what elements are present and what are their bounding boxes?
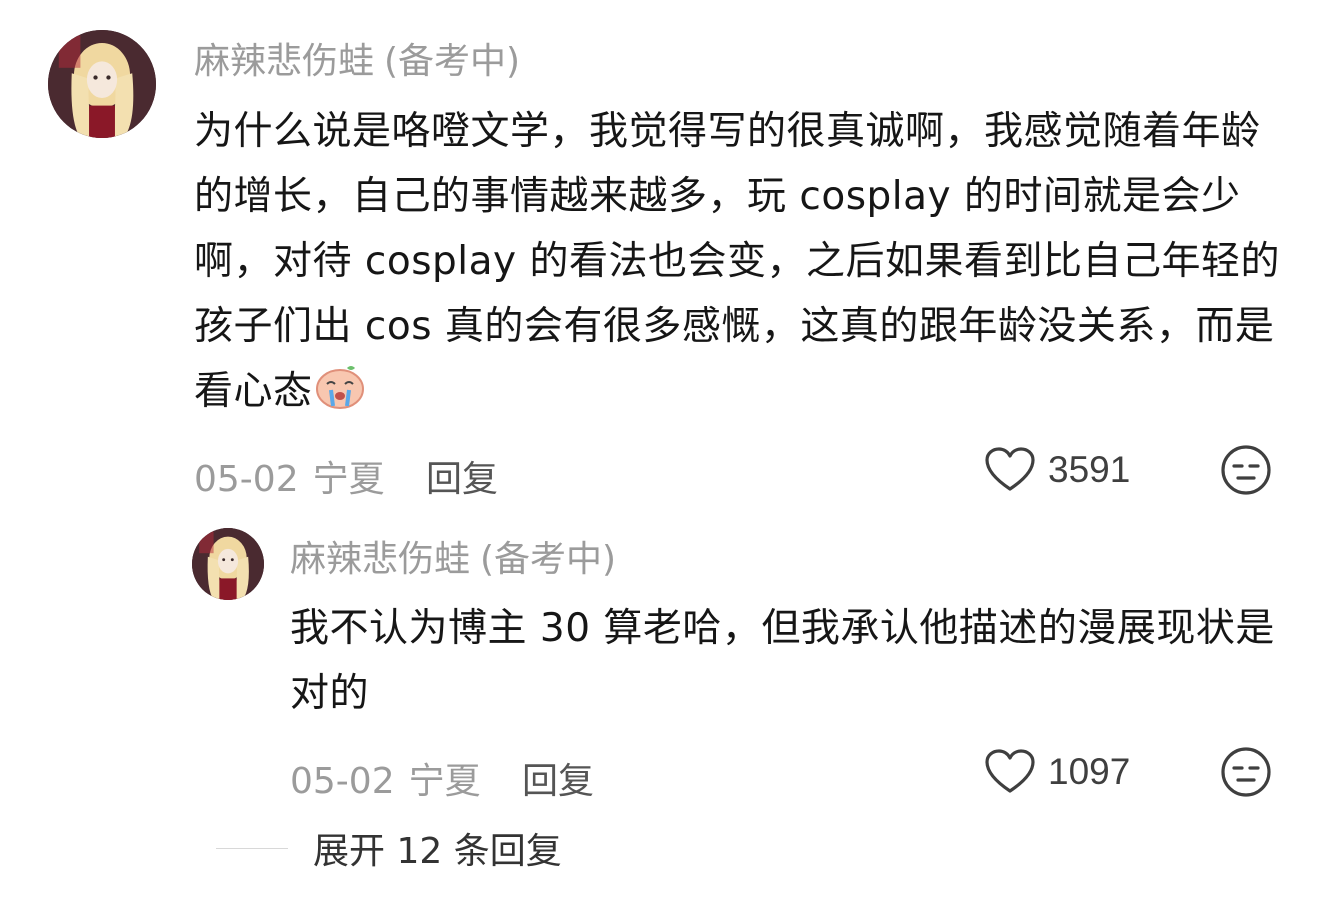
comment-date: 05-02 [194,459,299,500]
reply-button[interactable]: 回复 [426,450,498,502]
avatar[interactable] [192,528,264,600]
author-name[interactable]: 麻辣悲伤蛙 [290,539,470,580]
expand-replies[interactable]: 展开 12 条回复 [216,822,562,874]
expand-replies-label[interactable]: 展开 12 条回复 [313,822,562,874]
avatar[interactable] [48,30,156,138]
like-count: 3591 [1048,449,1131,490]
like-button[interactable]: 3591 [984,440,1130,500]
comment-location: 宁夏 [408,761,481,802]
author-status: (备考中) [384,41,521,82]
reply-button[interactable]: 回复 [522,752,594,804]
heart-icon[interactable] [984,447,1036,493]
like-count: 1097 [1048,751,1131,792]
like-button[interactable]: 1097 [984,742,1130,802]
comment-date: 05-02 [290,761,395,802]
unamused-face-icon[interactable] [1220,746,1272,798]
author-name[interactable]: 麻辣悲伤蛙 [194,41,374,82]
crying-face-emoji [313,362,367,410]
unamused-face-icon[interactable] [1220,444,1272,496]
comment-text: 我不认为博主 30 算老哈，但我承认他描述的漫展现状是对的 [290,606,1275,716]
author-status: (备考中) [480,539,617,580]
heart-icon[interactable] [984,749,1036,795]
comment-location: 宁夏 [312,459,385,500]
divider [216,847,288,849]
